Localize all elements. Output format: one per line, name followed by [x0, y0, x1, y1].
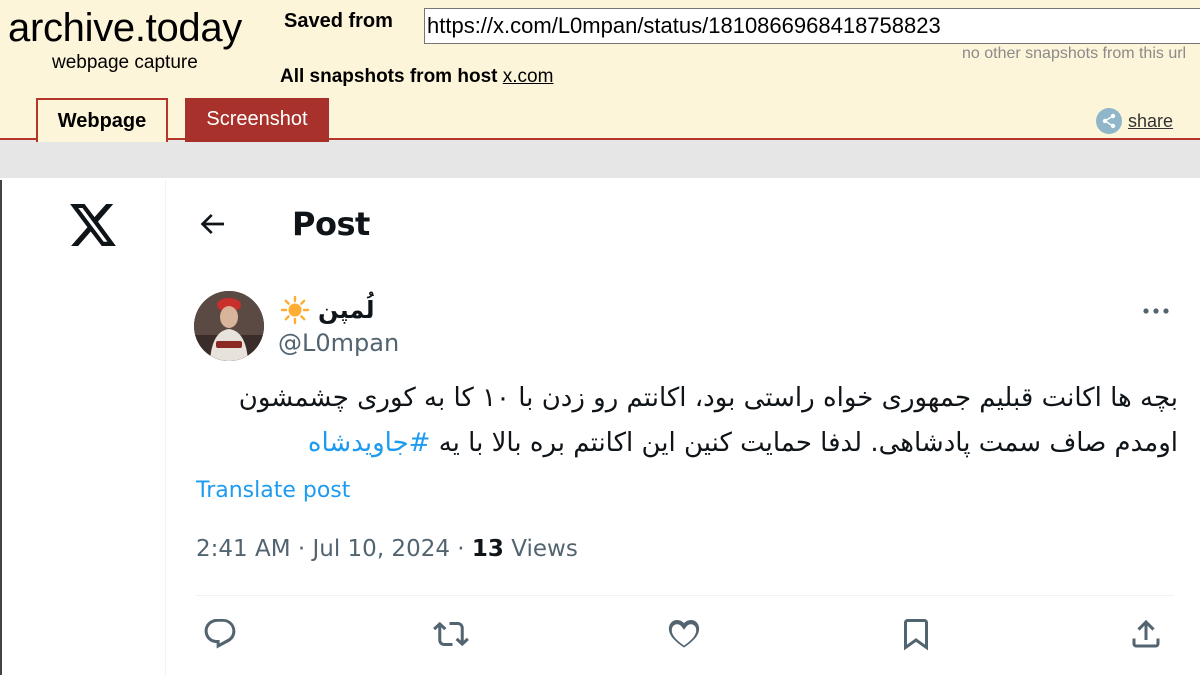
- x-logo-icon[interactable]: [70, 204, 116, 246]
- share-label[interactable]: share: [1128, 111, 1173, 132]
- archive-brand[interactable]: archive.today webpage capture: [8, 6, 258, 74]
- bookmark-icon[interactable]: [898, 616, 934, 652]
- divider: [196, 595, 1174, 596]
- share-icon[interactable]: [1096, 108, 1122, 134]
- host-link[interactable]: x.com: [503, 66, 554, 87]
- author-row: لُمپن @L0mpan: [194, 291, 1174, 361]
- tab-strip: [0, 138, 1200, 178]
- left-navigation-rail: [0, 180, 166, 675]
- all-snapshots-label: All snapshots from host: [280, 66, 503, 87]
- post-actions-bar: [196, 616, 1174, 656]
- author-display-name[interactable]: لُمپن: [318, 296, 375, 324]
- post-time[interactable]: 2:41 AM: [196, 536, 291, 562]
- reply-icon[interactable]: [202, 616, 238, 652]
- post-header: Post: [196, 204, 370, 244]
- post-text-line-1: بچه ها اکانت قبلیم جمهوری خواه راستی بود…: [238, 383, 1178, 413]
- no-snapshots-notice: no other snapshots from this url: [962, 45, 1187, 62]
- author-name-line[interactable]: لُمپن: [280, 295, 375, 325]
- back-arrow-icon[interactable]: [196, 208, 228, 240]
- tab-screenshot[interactable]: Screenshot: [185, 98, 329, 142]
- avatar[interactable]: [194, 291, 264, 361]
- saved-url-field[interactable]: https://x.com/L0mpan/status/181086696841…: [424, 8, 1200, 44]
- all-snapshots-line: All snapshots from host x.com: [280, 66, 553, 88]
- x-post-page: Post لُمپن @L0mpan بچه ها اکانت قبلیم جم…: [0, 180, 1200, 675]
- author-handle[interactable]: @L0mpan: [278, 329, 399, 357]
- share-button[interactable]: share: [1096, 108, 1173, 134]
- meta-separator: ·: [297, 536, 306, 562]
- saved-from-label: Saved from: [284, 10, 393, 32]
- like-heart-icon[interactable]: [666, 616, 702, 652]
- brand-title[interactable]: archive.today: [8, 6, 258, 50]
- repost-icon[interactable]: [433, 616, 469, 652]
- meta-separator: ·: [457, 536, 465, 562]
- post-meta-line: 2:41 AM · Jul 10, 2024 · 13 Views: [196, 536, 578, 562]
- views-count: 13: [471, 536, 504, 562]
- translate-post-link[interactable]: Translate post: [196, 478, 350, 503]
- post-text-line-2-body: اومدم صاف سمت پادشاهی. لدفا حمایت کنین ا…: [430, 428, 1178, 458]
- post-text: بچه ها اکانت قبلیم جمهوری خواه راستی بود…: [200, 376, 1178, 466]
- post-text-line-2: اومدم صاف سمت پادشاهی. لدفا حمایت کنین ا…: [200, 421, 1178, 466]
- more-options-icon[interactable]: [1142, 305, 1170, 317]
- page-title: Post: [292, 205, 370, 243]
- sun-icon: [280, 295, 310, 325]
- views-label: Views: [511, 536, 578, 562]
- hashtag-link[interactable]: #جاویدشاه: [308, 428, 431, 458]
- brand-subtitle: webpage capture: [52, 52, 198, 73]
- share-post-icon[interactable]: [1128, 616, 1164, 652]
- active-tab-connector: [38, 136, 166, 142]
- post-date[interactable]: Jul 10, 2024: [312, 536, 449, 562]
